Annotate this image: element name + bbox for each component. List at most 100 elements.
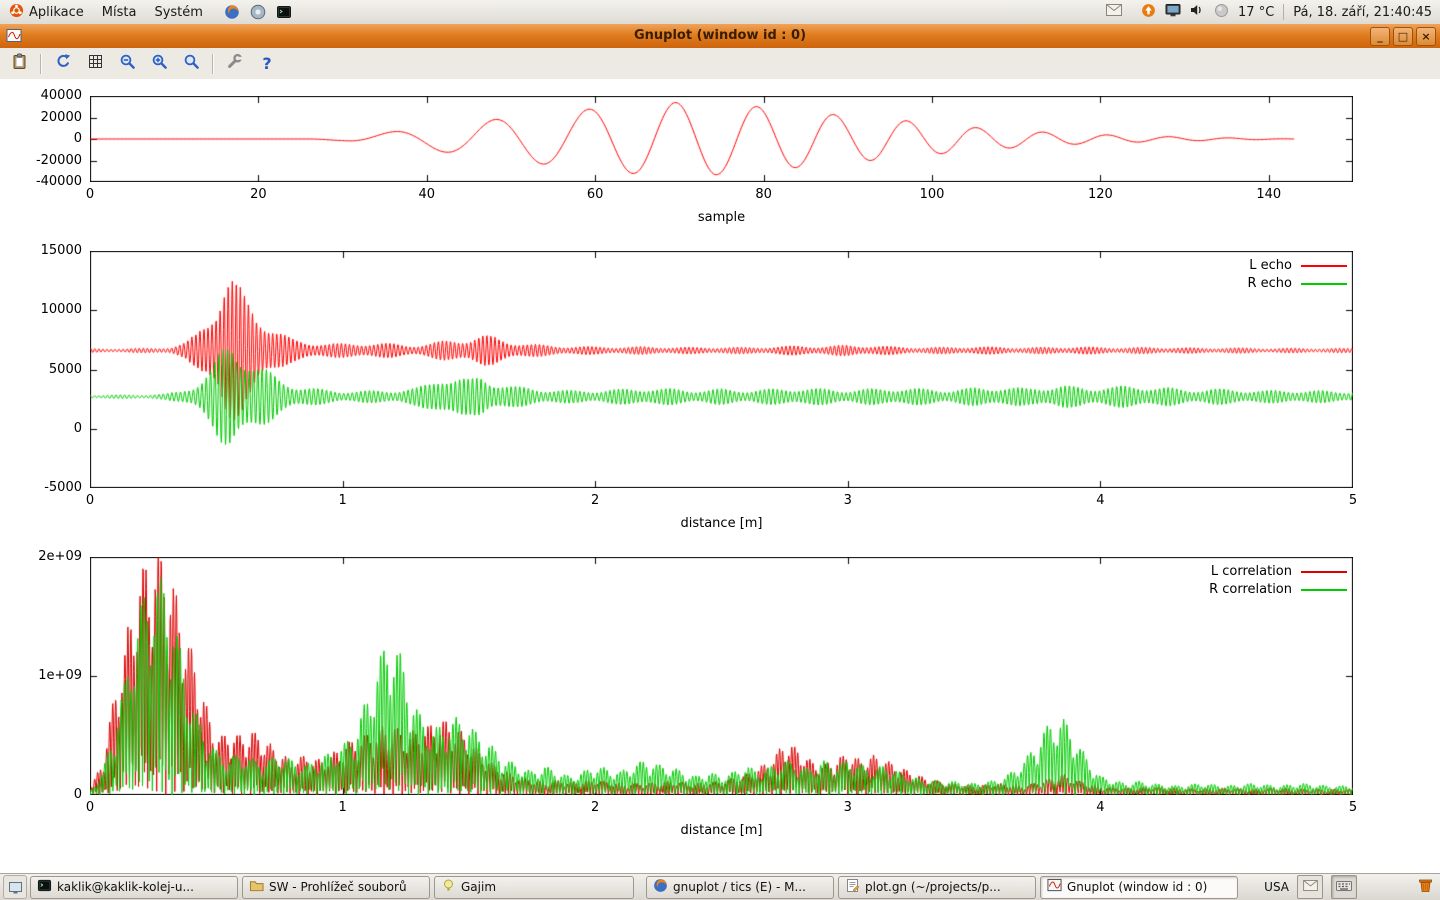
y-tick-label: 2e+09 bbox=[2, 549, 82, 565]
chart-sample-waveform: -40000-200000200004000002040608010012014… bbox=[90, 96, 1353, 182]
autoscale-button[interactable] bbox=[180, 52, 202, 76]
plot-canvas-area: -40000-200000200004000002040608010012014… bbox=[0, 79, 1440, 874]
y-tick-label: 0 bbox=[2, 421, 82, 437]
plot-canvas-echo[interactable] bbox=[90, 251, 1353, 488]
zoom-previous-button[interactable] bbox=[116, 52, 138, 76]
refresh-icon bbox=[55, 53, 72, 74]
tray-separator bbox=[1283, 4, 1284, 20]
taskbar-window-gnuplot[interactable]: Gnuplot (window id : 0) bbox=[1040, 876, 1238, 899]
chart-correlation: 01e+092e+09012345distance [m]L correlati… bbox=[90, 557, 1353, 795]
taskbar-window-label: kaklik@kaklik-kolej-u... bbox=[57, 880, 194, 894]
configure-button[interactable] bbox=[224, 52, 246, 76]
desktop: Aplikace Místa Systém 17 °C Pá, 18. září… bbox=[0, 0, 1440, 900]
x-tick-label: 1 bbox=[303, 800, 383, 815]
minimize-button[interactable]: _ bbox=[1370, 27, 1390, 46]
plot-canvas-correlation[interactable] bbox=[90, 557, 1353, 795]
copy-to-clipboard-button[interactable] bbox=[8, 52, 30, 76]
toolbar-separator bbox=[40, 54, 42, 74]
close-button[interactable]: × bbox=[1416, 27, 1436, 46]
legend-line-sample bbox=[1301, 589, 1347, 591]
trash-icon[interactable] bbox=[1417, 877, 1434, 897]
mail-notification-button[interactable] bbox=[1297, 875, 1323, 899]
terminal-launcher-icon[interactable] bbox=[276, 4, 292, 20]
show-desktop-button[interactable] bbox=[3, 875, 27, 899]
gnuplot-window-titlebar[interactable]: Gnuplot (window id : 0) _ □ × bbox=[0, 24, 1440, 49]
volume-tray-icon[interactable] bbox=[1190, 3, 1205, 21]
legend-label: L echo bbox=[1249, 258, 1292, 273]
menu-places[interactable]: Místa bbox=[93, 0, 146, 24]
x-tick-label: 40 bbox=[387, 187, 467, 202]
x-tick-label: 0 bbox=[50, 187, 130, 202]
zoom-out-magnifier-icon bbox=[119, 53, 136, 74]
legend-line-sample bbox=[1301, 571, 1347, 573]
taskbar-window-terminal[interactable]: kaklik@kaklik-kolej-u... bbox=[30, 876, 238, 899]
temperature-label[interactable]: 17 °C bbox=[1238, 5, 1274, 20]
x-tick-label: 1 bbox=[303, 493, 383, 508]
magnifier-icon bbox=[183, 53, 200, 74]
y-tick-label: 5000 bbox=[2, 362, 82, 378]
weather-tray-icon[interactable] bbox=[1214, 3, 1229, 22]
y-tick-label: 15000 bbox=[2, 243, 82, 259]
x-tick-label: 5 bbox=[1313, 493, 1393, 508]
taskbar-window-file-manager[interactable]: SW - Prohlížeč souborů bbox=[242, 876, 430, 899]
top-panel: Aplikace Místa Systém 17 °C Pá, 18. září… bbox=[0, 0, 1440, 25]
y-tick-label: 0 bbox=[2, 131, 82, 147]
x-tick-label: 5 bbox=[1313, 800, 1393, 815]
replot-button[interactable] bbox=[52, 52, 74, 76]
x-tick-label: 120 bbox=[1060, 187, 1140, 202]
legend-row: L correlation bbox=[1211, 564, 1347, 579]
window-controls: _ □ × bbox=[1370, 27, 1436, 46]
legend-label: L correlation bbox=[1211, 564, 1292, 579]
legend-row: R correlation bbox=[1209, 582, 1347, 597]
keyboard-status-button[interactable] bbox=[1331, 875, 1357, 899]
legend-label: R correlation bbox=[1209, 582, 1292, 597]
legend-row: L echo bbox=[1249, 258, 1347, 273]
chart-echo-signals: -5000050001000015000012345distance [m]L … bbox=[90, 251, 1353, 488]
clipboard-icon bbox=[11, 53, 28, 74]
menu-applications-label: Aplikace bbox=[29, 5, 84, 20]
keyboard-layout-indicator[interactable]: USA bbox=[1264, 880, 1289, 894]
taskbar-tray: USA bbox=[1264, 875, 1440, 899]
y-tick-label: 20000 bbox=[2, 110, 82, 126]
x-axis-label: sample bbox=[90, 210, 1353, 225]
taskbar-window-label: SW - Prohlížeč souborů bbox=[269, 880, 407, 894]
maximize-button[interactable]: □ bbox=[1393, 27, 1413, 46]
y-tick-label: 40000 bbox=[2, 88, 82, 104]
update-notifier-icon[interactable] bbox=[1141, 3, 1156, 22]
plot-canvas-chirp[interactable] bbox=[90, 96, 1353, 182]
x-tick-label: 3 bbox=[808, 493, 888, 508]
mail-tray-icon[interactable] bbox=[1106, 4, 1122, 20]
taskbar-window-gajim[interactable]: Gajim bbox=[434, 876, 634, 899]
folder-icon bbox=[249, 878, 264, 896]
x-tick-label: 60 bbox=[555, 187, 635, 202]
terminal-icon bbox=[37, 878, 52, 896]
clock-label[interactable]: Pá, 18. září, 21:40:45 bbox=[1293, 5, 1432, 20]
menu-system[interactable]: Systém bbox=[145, 0, 211, 24]
gnuplot-toolbar: ? bbox=[0, 48, 1440, 80]
legend-line-sample bbox=[1301, 283, 1347, 285]
zoom-next-button[interactable] bbox=[148, 52, 170, 76]
taskbar-window-text-editor[interactable]: plot.gn (~/projects/p... bbox=[838, 876, 1036, 899]
display-tray-icon[interactable] bbox=[1165, 3, 1181, 21]
help-launcher-icon[interactable] bbox=[250, 4, 266, 20]
taskbar: kaklik@kaklik-kolej-u... SW - Prohlížeč … bbox=[0, 873, 1440, 900]
x-tick-label: 20 bbox=[218, 187, 298, 202]
legend-line-sample bbox=[1301, 265, 1347, 267]
zoom-in-magnifier-icon bbox=[151, 53, 168, 74]
legend-label: R echo bbox=[1247, 276, 1292, 291]
ubuntu-logo-icon bbox=[9, 3, 24, 22]
text-editor-icon bbox=[845, 878, 860, 896]
toolbar-separator bbox=[212, 54, 214, 74]
firefox-launcher-icon[interactable] bbox=[224, 4, 240, 20]
legend: L correlation R correlation bbox=[1209, 564, 1347, 597]
taskbar-window-firefox[interactable]: gnuplot / tics (E) - M... bbox=[646, 876, 834, 899]
help-button[interactable]: ? bbox=[256, 52, 278, 76]
legend-row: R echo bbox=[1247, 276, 1347, 291]
legend: L echo R echo bbox=[1247, 258, 1347, 291]
keyboard-icon bbox=[1336, 880, 1352, 895]
toggle-grid-button[interactable] bbox=[84, 52, 106, 76]
firefox-icon bbox=[653, 878, 668, 896]
taskbar-window-label: plot.gn (~/projects/p... bbox=[865, 880, 1001, 894]
x-tick-label: 80 bbox=[724, 187, 804, 202]
menu-applications[interactable]: Aplikace bbox=[0, 0, 93, 24]
